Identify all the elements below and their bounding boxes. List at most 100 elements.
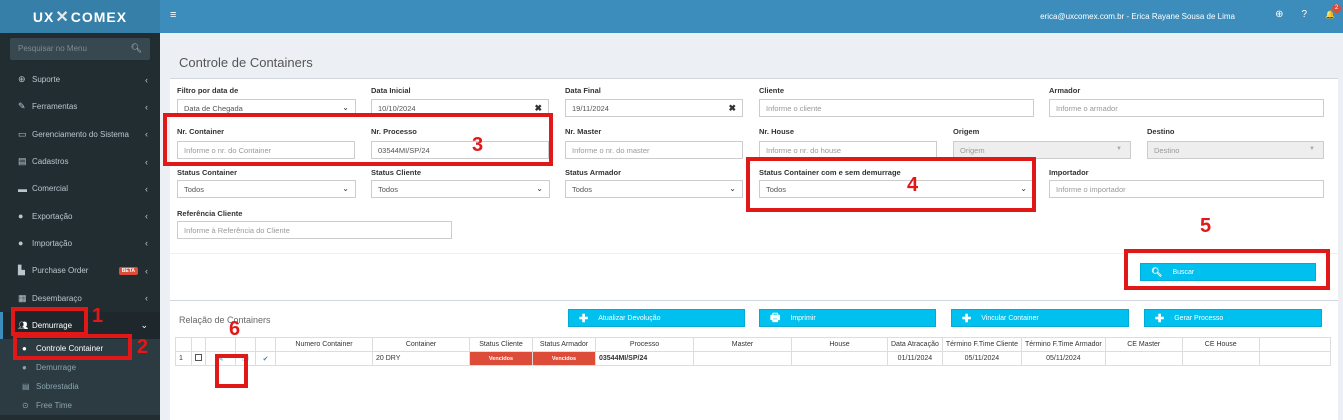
armador-input[interactable]: Informe o armador — [1049, 99, 1324, 117]
cell-extra — [1258, 351, 1332, 366]
atualizar-devolucao-button[interactable]: ✚ Atualizar Devolução — [568, 309, 745, 327]
check-icon[interactable]: ✔ — [255, 351, 276, 366]
annotation-box-controle-container — [13, 334, 132, 360]
sidebar-item-ferramentas[interactable]: ✎ Ferramentas ‹ — [0, 93, 160, 120]
relacao-title: Relação de Containers — [179, 315, 271, 325]
print-icon: 🖶 — [770, 311, 781, 324]
filtro-data-value: Data de Chegada — [184, 104, 243, 113]
containers-panel: Relação de Containers ✚ Atualizar Devoluç… — [170, 300, 1338, 420]
sidebar-item-exportacao[interactable]: ● Exportação ‹ — [0, 202, 160, 229]
calculator-icon: ▦ — [18, 292, 27, 303]
cell-master — [693, 351, 792, 366]
cell-ce-house — [1181, 351, 1260, 366]
importador-label: Importador — [1049, 168, 1089, 177]
export-icon: ● — [18, 211, 24, 222]
header-processo[interactable]: Processo — [595, 337, 694, 352]
status-cliente-select[interactable]: Todos ⌄ — [371, 180, 550, 198]
caret-down-icon: ▼ — [1116, 146, 1122, 152]
header-check — [255, 337, 276, 352]
cell-ce-master — [1104, 351, 1183, 366]
gerar-processo-button[interactable]: ✚ Gerar Processo — [1144, 309, 1322, 327]
menu-search-input[interactable]: Pesquisar no Menu 🔍︎ — [10, 38, 150, 60]
annotation-box-nr-fields — [163, 113, 553, 166]
referencia-input[interactable]: Informe à Referência do Cliente — [177, 221, 452, 239]
header-status-cliente[interactable]: Status Cliente — [469, 337, 533, 352]
notifications-bell-icon[interactable]: 🔔 2 — [1325, 4, 1341, 20]
destino-select[interactable]: Destino ▼ — [1147, 141, 1324, 159]
chevron-left-icon: ‹ — [145, 101, 148, 112]
search-icon[interactable]: 🔍︎ — [131, 43, 142, 54]
sidebar-subitem-label: Free Time — [36, 400, 73, 410]
header-extra — [1258, 337, 1332, 352]
header-status-armador[interactable]: Status Armador — [532, 337, 596, 352]
user-info[interactable]: erica@uxcomex.com.br - Erica Rayane Sous… — [1040, 12, 1235, 21]
sidebar-item-label: Suporte — [32, 75, 61, 85]
status-cliente-label: Status Cliente — [371, 168, 422, 177]
sidebar-item-purchase-order[interactable]: ▙ Purchase Order BETA ‹ — [0, 257, 160, 284]
cliente-input[interactable]: Informe o cliente — [759, 99, 1034, 117]
annotation-box-demurrage — [11, 307, 88, 336]
status-armador-select[interactable]: Todos ⌄ — [565, 180, 743, 198]
header-termino-armador[interactable]: Término F.Time Armador — [1020, 337, 1106, 352]
header-master[interactable]: Master — [693, 337, 792, 352]
sidebar-subitem-free-time[interactable]: ⊙ Free Time — [0, 395, 160, 415]
annotation-number: 3 — [472, 134, 484, 156]
sidebar-item-importacao[interactable]: ● Importação ‹ — [0, 230, 160, 257]
sidebar-item-label: Importação — [32, 238, 73, 248]
import-icon: ● — [18, 238, 24, 249]
help-icon[interactable]: ? — [1301, 9, 1307, 20]
cell-status-cliente: Vencidos — [469, 351, 533, 366]
vincular-container-button[interactable]: ✚ Vincular Container — [951, 309, 1129, 327]
imprimir-button[interactable]: 🖶 Imprimir — [759, 309, 936, 327]
annotation-number: 1 — [92, 305, 104, 327]
sidebar-subitem-label: Demurrage — [36, 362, 77, 372]
status-container-select[interactable]: Todos ⌄ — [177, 180, 356, 198]
chevron-left-icon: ‹ — [145, 211, 148, 222]
cliente-label: Cliente — [759, 86, 785, 95]
sidebar: Pesquisar no Menu 🔍︎ ⊕ Suporte ‹ ✎ Ferramen… — [0, 33, 160, 420]
wrench-icon: ✎ — [18, 101, 26, 112]
sidebar-subitem-demurrage[interactable]: ● Demurrage — [0, 357, 160, 377]
status-armador-label: Status Armador — [565, 168, 621, 177]
header-container[interactable]: Container — [372, 337, 470, 352]
sidebar-item-suporte[interactable]: ⊕ Suporte ‹ — [0, 66, 160, 93]
header-data-atracacao[interactable]: Data Atracação — [887, 337, 943, 352]
book-icon: ▤ — [18, 156, 27, 167]
annotation-box-status-demurrage — [746, 157, 1036, 212]
imprimir-label: Imprimir — [790, 314, 816, 322]
sidebar-item-label: Cadastros — [32, 157, 69, 167]
filtro-data-label: Filtro por data de — [177, 86, 239, 95]
sidebar-subitem-sobrestadia[interactable]: ▤ Sobrestadia — [0, 376, 160, 396]
briefcase-icon: ▬ — [18, 183, 27, 194]
sidebar-item-label: Desembaraço — [32, 293, 82, 303]
menu-toggle-icon[interactable]: ≡ — [170, 9, 176, 21]
cell-termino-armador: 05/11/2024 — [1020, 351, 1106, 366]
nr-master-input[interactable]: Informe o nr. do master — [565, 141, 743, 159]
header-termino-cliente[interactable]: Término F.Time Cliente — [941, 337, 1022, 352]
app-logo[interactable]: UX ✕ COMEX — [0, 0, 160, 33]
sidebar-item-comercial[interactable]: ▬ Comercial ‹ — [0, 175, 160, 202]
chevron-down-icon: ⌄ — [342, 103, 349, 112]
row-checkbox[interactable] — [191, 351, 206, 366]
gerar-label: Gerar Processo — [1174, 314, 1224, 322]
header-numero-container[interactable]: Numero Container — [275, 337, 373, 352]
containers-table: Numero Container Container Status Client… — [175, 337, 1332, 366]
sidebar-item-gerenciamento[interactable]: ▭ Gerenciamento do Sistema ‹ — [0, 121, 160, 148]
header-ce-master[interactable]: CE Master — [1104, 337, 1183, 352]
header-house[interactable]: House — [791, 337, 888, 352]
origem-placeholder: Origem — [960, 146, 985, 155]
logo-text-comex: COMEX — [70, 8, 128, 25]
importador-input[interactable]: Informe o importador — [1049, 180, 1324, 198]
chevron-left-icon: ‹ — [145, 265, 148, 276]
sidebar-item-cadastros[interactable]: ▤ Cadastros ‹ — [0, 148, 160, 175]
data-final-input[interactable]: 19/11/2024 ✖ — [565, 99, 743, 117]
add-circle-icon[interactable]: ⊕ — [1275, 9, 1283, 20]
monitor-icon: ▭ — [18, 128, 27, 139]
cell-processo[interactable]: 03544MI/SP/24 — [595, 351, 694, 366]
bar-chart-icon: ▙ — [18, 265, 25, 276]
header-ce-house[interactable]: CE House — [1181, 337, 1260, 352]
clear-date-icon[interactable]: ✖ — [728, 103, 736, 114]
notification-count-badge: 2 — [1332, 4, 1341, 13]
data-inicial-label: Data Inicial — [371, 86, 411, 95]
plus-icon: ✚ — [962, 312, 972, 325]
